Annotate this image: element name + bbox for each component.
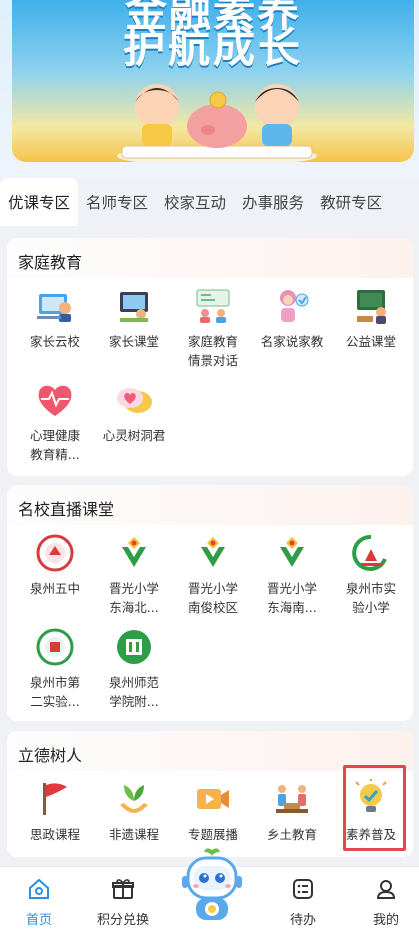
school-seal-icon [33,531,77,575]
school-logo-icon [349,531,393,575]
item-expert-parenting[interactable]: 名家说家教 [252,284,332,351]
promo-banner[interactable]: 金融素养 护航成长 [12,0,414,162]
item-jinguang-donghai-south[interactable]: 晋光小学 东海南... [252,531,332,617]
tab-quality-courses[interactable]: 优课专区 [0,178,79,226]
item-jinguang-donghai-north[interactable]: 晋光小学 东海北... [94,531,174,617]
video-camera-icon [191,777,235,821]
section-title: 家庭教育 [18,253,83,272]
item-label: 家庭教育 情景对话 [187,334,238,368]
people-talk-icon [270,777,314,821]
item-heritage-course[interactable]: 非遗课程 [94,777,174,844]
kids-piggy-bank-illustration [117,84,317,162]
item-quanzhou-experimental[interactable]: 泉州市实 验小学 [331,531,411,617]
item-family-dialogue[interactable]: 家庭教育 情景对话 [173,284,253,370]
chat-heart-icon [112,378,156,422]
live-class-card: 名校直播课堂 泉州五中 晋光小学 东海北... 晋光小学 南俊校区 晋光小学 东… [7,485,413,721]
item-quanzhou-no5[interactable]: 泉州五中 [15,531,95,598]
gift-icon [88,875,158,903]
item-quanzhou-normal-affiliated[interactable]: 泉州师范 学院附... [94,625,174,711]
item-label: 家长课堂 [108,334,159,349]
nav-todo[interactable]: 待办 [268,875,338,928]
item-parent-cloud-school[interactable]: 家长云校 [15,284,95,351]
leaf-hands-icon [112,777,156,821]
list-icon [268,875,338,903]
item-special-broadcast[interactable]: 专题展播 [173,777,253,844]
parent-classroom-icon [112,284,156,328]
item-label: 非遗课程 [108,827,159,842]
family-education-card: 家庭教育 家长云校 家长课堂 家庭教育 情景对话 名家说家教 公益课堂 心理健康… [7,238,413,476]
banner-title-line2: 护航成长 [122,23,303,72]
heart-pulse-icon [33,378,77,422]
expert-parenting-icon [270,284,314,328]
home-icon [4,875,74,903]
item-label: 思政课程 [29,827,80,842]
red-flag-icon [33,777,77,821]
item-label: 心理健康 教育精... [29,428,80,462]
item-label: 晋光小学 东海北... [108,581,159,615]
public-classroom-icon [349,284,393,328]
item-label: 晋光小学 东海南... [266,581,317,615]
cloud-school-icon [33,284,77,328]
tab-home-school[interactable]: 校家互动 [156,178,234,226]
school-logo-icon [191,531,235,575]
school-logo-icon [112,531,156,575]
nav-home[interactable]: 首页 [4,875,74,928]
tab-famous-teachers[interactable]: 名师专区 [78,178,156,226]
user-icon [351,875,419,903]
item-label: 乡土教育 [266,827,317,842]
nav-mine-label: 我的 [372,913,399,928]
item-label: 公益课堂 [345,334,396,349]
family-dialogue-icon [191,284,235,328]
section-title: 立德树人 [18,746,83,765]
banner-area: 金融素养 护航成长 [0,0,419,178]
item-ideology-course[interactable]: 思政课程 [15,777,95,844]
nav-points-exchange[interactable]: 积分兑换 [88,875,158,928]
item-label: 泉州师范 学院附... [108,675,159,709]
nav-mine[interactable]: 我的 [351,875,419,928]
nav-points-label: 积分兑换 [96,913,149,928]
item-label: 泉州市第 二实验... [29,675,80,709]
school-seal-icon [112,625,156,669]
item-quanzhou-second-experimental[interactable]: 泉州市第 二实验... [15,625,95,711]
highlight-box [343,765,406,851]
item-mental-health[interactable]: 心理健康 教育精... [15,378,95,464]
section-title: 名校直播课堂 [18,500,115,519]
item-parent-classroom[interactable]: 家长课堂 [94,284,174,351]
item-label: 家长云校 [29,334,80,349]
item-label: 心灵树洞君 [102,428,166,443]
item-label: 专题展播 [187,827,238,842]
item-label: 晋光小学 南俊校区 [187,581,238,615]
item-jinguang-nanjun[interactable]: 晋光小学 南俊校区 [173,531,253,617]
tab-services[interactable]: 办事服务 [234,178,312,226]
nav-home-label: 首页 [25,913,52,928]
item-public-classroom[interactable]: 公益课堂 [331,284,411,351]
item-label: 泉州五中 [29,581,80,596]
item-label: 名家说家教 [260,334,324,349]
robot-mascot-button[interactable] [176,846,248,926]
school-seal-icon [33,625,77,669]
item-tree-hole[interactable]: 心灵树洞君 [94,378,174,445]
item-local-education[interactable]: 乡土教育 [252,777,332,844]
school-logo-icon [270,531,314,575]
item-label: 泉州市实 验小学 [345,581,396,615]
nav-todo-label: 待办 [289,913,316,928]
category-tabs: 优课专区 名师专区 校家互动 办事服务 教研专区 [0,178,419,226]
tab-teaching-research[interactable]: 教研专区 [312,178,390,226]
